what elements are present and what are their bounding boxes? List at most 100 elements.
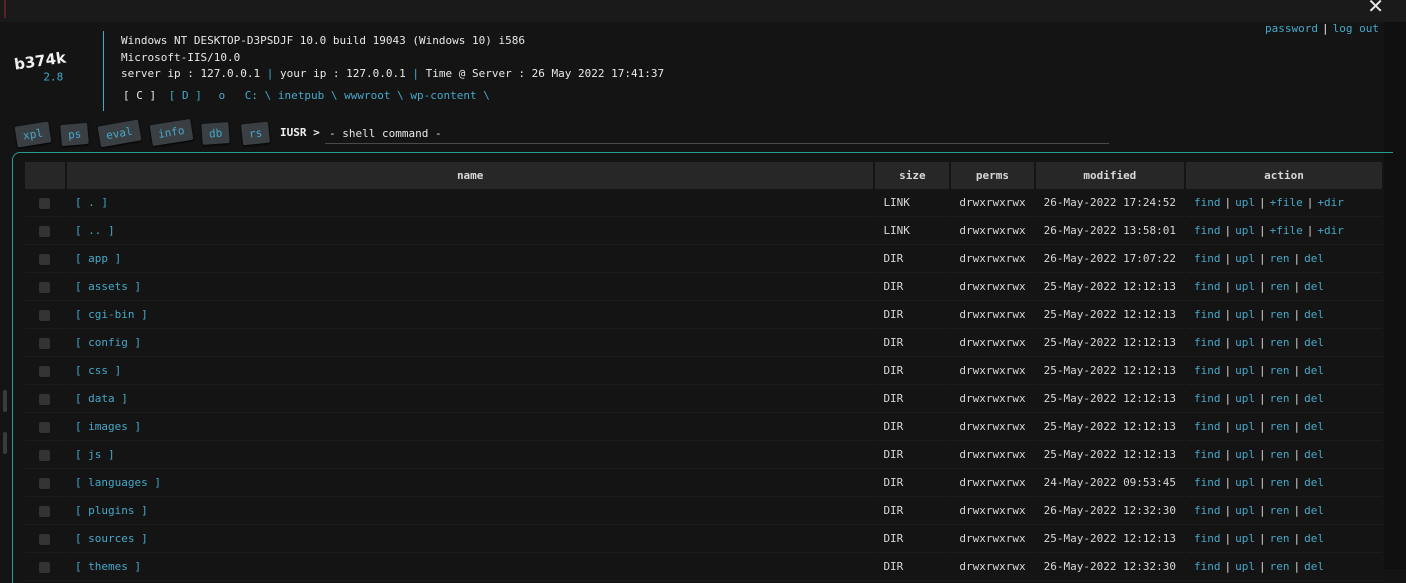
breadcrumb-inetpub[interactable]: inetpub <box>278 89 324 102</box>
action-link[interactable]: ren <box>1270 532 1290 545</box>
breadcrumb-wwwroot[interactable]: wwwroot <box>344 89 390 102</box>
action-link[interactable]: upl <box>1235 336 1255 349</box>
action-link[interactable]: find <box>1194 196 1221 209</box>
shell-command-input[interactable] <box>325 123 1109 144</box>
action-link[interactable]: ren <box>1270 280 1290 293</box>
action-link[interactable]: upl <box>1235 308 1255 321</box>
action-link[interactable]: upl <box>1235 224 1255 237</box>
checkbox-icon[interactable] <box>39 393 51 405</box>
action-link[interactable]: del <box>1304 532 1324 545</box>
checkbox-icon[interactable] <box>39 449 51 461</box>
action-link[interactable]: del <box>1304 336 1324 349</box>
logout-link[interactable]: log out <box>1333 22 1379 35</box>
action-link[interactable]: ren <box>1270 308 1290 321</box>
action-link[interactable]: upl <box>1235 560 1255 573</box>
tab-ps[interactable]: ps <box>60 122 90 147</box>
action-link[interactable]: del <box>1304 448 1324 461</box>
checkbox-icon[interactable] <box>39 505 51 517</box>
file-name-link[interactable]: [ app ] <box>75 252 121 265</box>
file-name-link[interactable]: [ sources ] <box>75 532 148 545</box>
action-link[interactable]: upl <box>1235 392 1255 405</box>
file-name-link[interactable]: [ assets ] <box>75 280 141 293</box>
action-link[interactable]: find <box>1194 504 1221 517</box>
action-link[interactable]: upl <box>1235 504 1255 517</box>
checkbox-icon[interactable] <box>39 561 51 573</box>
password-link[interactable]: password <box>1265 22 1318 35</box>
action-link[interactable]: upl <box>1235 420 1255 433</box>
action-link[interactable]: ren <box>1270 420 1290 433</box>
action-link[interactable]: upl <box>1235 532 1255 545</box>
action-link[interactable]: ren <box>1270 364 1290 377</box>
checkbox-icon[interactable] <box>39 281 51 293</box>
action-link[interactable]: del <box>1304 280 1324 293</box>
action-link[interactable]: +dir <box>1317 196 1344 209</box>
checkbox-icon[interactable] <box>39 337 51 349</box>
file-name-link[interactable]: [ cgi-bin ] <box>75 308 148 321</box>
perms-header[interactable]: perms <box>951 162 1034 189</box>
action-link[interactable]: find <box>1194 280 1221 293</box>
checkbox-icon[interactable] <box>39 197 51 209</box>
checkbox-icon[interactable] <box>39 421 51 433</box>
drive-d-link[interactable]: [ D ] <box>169 89 202 102</box>
file-name-link[interactable]: [ . ] <box>75 196 108 209</box>
action-link[interactable]: find <box>1194 476 1221 489</box>
drive-c-link[interactable]: [ C ] <box>123 89 156 102</box>
select-all-header[interactable] <box>25 162 65 189</box>
action-link[interactable]: upl <box>1235 196 1255 209</box>
action-link[interactable]: del <box>1304 504 1324 517</box>
action-link[interactable]: ren <box>1270 476 1290 489</box>
checkbox-icon[interactable] <box>39 365 51 377</box>
breadcrumb-wp-content[interactable]: wp-content <box>410 89 476 102</box>
action-link[interactable]: ren <box>1270 252 1290 265</box>
action-link[interactable]: upl <box>1235 364 1255 377</box>
action-link[interactable]: del <box>1304 560 1324 573</box>
checkbox-icon[interactable] <box>39 253 51 265</box>
action-link[interactable]: ren <box>1270 560 1290 573</box>
action-link[interactable]: +dir <box>1317 224 1344 237</box>
action-link[interactable]: find <box>1194 364 1221 377</box>
action-link[interactable]: find <box>1194 392 1221 405</box>
action-link[interactable]: +file <box>1270 224 1303 237</box>
file-name-link[interactable]: [ js ] <box>75 448 115 461</box>
checkbox-icon[interactable] <box>39 477 51 489</box>
action-link[interactable]: find <box>1194 224 1221 237</box>
action-link[interactable]: find <box>1194 448 1221 461</box>
size-header[interactable]: size <box>875 162 950 189</box>
checkbox-icon[interactable] <box>39 309 51 321</box>
action-link[interactable]: del <box>1304 252 1324 265</box>
action-link[interactable]: upl <box>1235 448 1255 461</box>
action-link[interactable]: ren <box>1270 504 1290 517</box>
file-name-link[interactable]: [ data ] <box>75 392 128 405</box>
file-name-link[interactable]: [ images ] <box>75 420 141 433</box>
side-handle[interactable] <box>3 390 7 412</box>
action-link[interactable]: find <box>1194 336 1221 349</box>
action-link[interactable]: upl <box>1235 476 1255 489</box>
action-link[interactable]: find <box>1194 420 1221 433</box>
tab-db[interactable]: db <box>201 122 230 145</box>
action-link[interactable]: +file <box>1270 196 1303 209</box>
file-name-link[interactable]: [ themes ] <box>75 560 141 573</box>
file-name-link[interactable]: [ config ] <box>75 336 141 349</box>
action-link[interactable]: find <box>1194 560 1221 573</box>
breadcrumb-c[interactable]: C: <box>245 89 258 102</box>
action-link[interactable]: find <box>1194 308 1221 321</box>
file-name-link[interactable]: [ plugins ] <box>75 504 148 517</box>
action-link[interactable]: del <box>1304 476 1324 489</box>
refresh-link[interactable]: o <box>219 89 226 102</box>
file-name-link[interactable]: [ css ] <box>75 364 121 377</box>
checkbox-icon[interactable] <box>39 533 51 545</box>
action-link[interactable]: del <box>1304 364 1324 377</box>
action-link[interactable]: find <box>1194 252 1221 265</box>
tab-rs[interactable]: rs <box>240 121 271 146</box>
action-link[interactable]: find <box>1194 532 1221 545</box>
close-icon[interactable]: ✕ <box>1367 0 1384 18</box>
modified-header[interactable]: modified <box>1035 162 1185 189</box>
action-link[interactable]: ren <box>1270 448 1290 461</box>
checkbox-icon[interactable] <box>39 225 51 237</box>
action-link[interactable]: ren <box>1270 392 1290 405</box>
file-name-link[interactable]: [ .. ] <box>75 224 115 237</box>
action-link[interactable]: ren <box>1270 336 1290 349</box>
action-link[interactable]: upl <box>1235 252 1255 265</box>
side-handle[interactable] <box>3 432 7 454</box>
name-header[interactable]: name <box>66 162 874 189</box>
